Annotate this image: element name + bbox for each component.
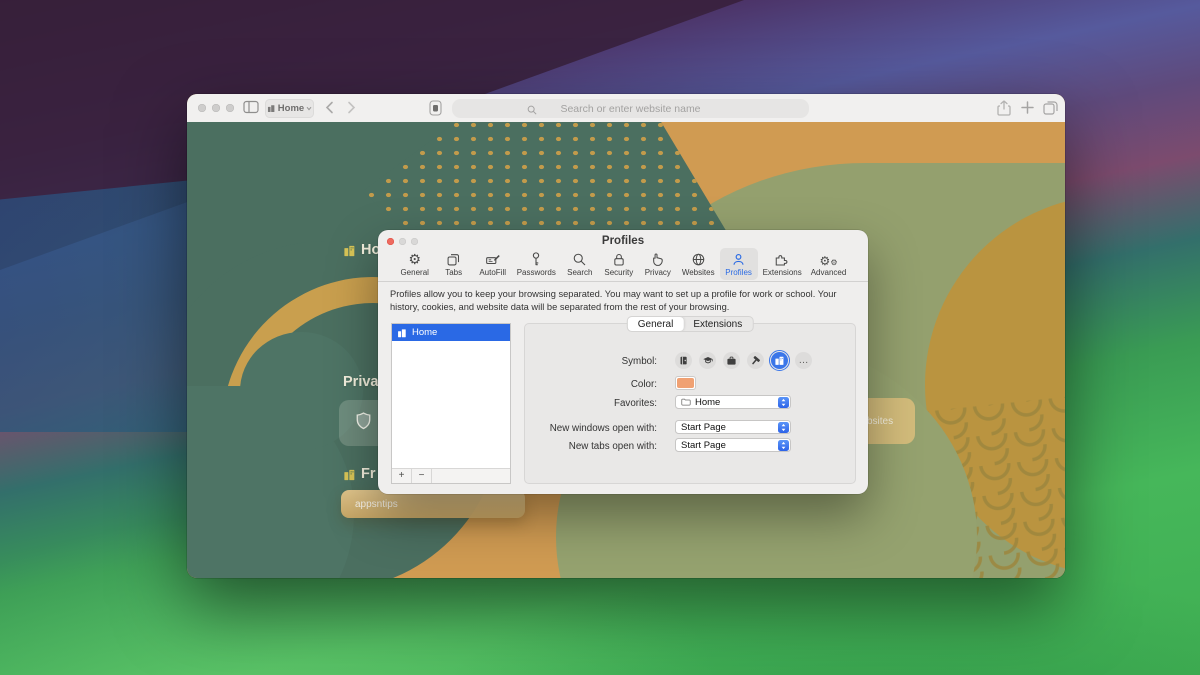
tab-tabs[interactable]: Tabs: [435, 248, 473, 280]
minimize-button[interactable]: [212, 104, 220, 112]
dialog-title: Profiles: [378, 235, 868, 247]
new-windows-value: Start Page: [681, 422, 774, 433]
puzzle-icon: [774, 250, 790, 267]
share-icon[interactable]: [997, 100, 1011, 121]
stepper-icon: [778, 397, 789, 408]
favorites-label: Favorites:: [614, 398, 657, 409]
color-swatch: [677, 378, 694, 388]
key-icon: [529, 250, 543, 267]
tab-general[interactable]: ⚙ General: [396, 248, 434, 280]
profile-list-item-home[interactable]: Home: [392, 324, 510, 341]
symbol-buildings-button[interactable]: [771, 352, 788, 369]
graduation-cap-icon: [702, 355, 714, 366]
new-tabs-value: Start Page: [681, 440, 774, 451]
color-well[interactable]: [675, 376, 696, 390]
new-windows-label: New windows open with:: [550, 423, 657, 434]
frequently-visited-tile[interactable]: appsntips: [341, 490, 525, 518]
briefcase-icon: [726, 355, 737, 366]
color-label: Color:: [631, 379, 657, 390]
profile-switcher-button[interactable]: Home: [265, 99, 314, 118]
shield-icon: [355, 411, 372, 438]
folder-icon: [681, 398, 691, 406]
tab-search[interactable]: Search: [561, 248, 599, 280]
heading-text: Fr: [361, 466, 376, 482]
remove-profile-button[interactable]: −: [412, 469, 432, 483]
safari-window: Home: [187, 94, 1065, 578]
divider: [378, 281, 868, 282]
new-windows-select[interactable]: Start Page: [675, 420, 791, 434]
profile-detail-panel: General Extensions Symbol:: [524, 323, 856, 484]
segment-general[interactable]: General: [628, 317, 684, 331]
buildings-icon: [267, 104, 276, 113]
symbol-label: Symbol:: [622, 356, 657, 367]
new-tab-icon[interactable]: [1021, 101, 1034, 119]
profiles-description: Profiles allow you to keep your browsing…: [390, 288, 857, 314]
list-footer: + −: [392, 468, 510, 483]
close-button[interactable]: [198, 104, 206, 112]
start-page-frequently-heading: Fr: [343, 466, 376, 482]
start-page-home-heading: Ho: [343, 242, 380, 258]
buildings-icon: [774, 355, 785, 366]
panel-segmented-control: General Extensions: [627, 316, 754, 332]
search-input[interactable]: [452, 99, 809, 118]
buildings-icon: [397, 328, 407, 338]
tab-profiles[interactable]: Profiles: [720, 248, 758, 280]
symbol-journal-button[interactable]: [675, 352, 692, 369]
tab-websites[interactable]: Websites: [678, 248, 719, 280]
chevron-down-icon: [306, 106, 312, 111]
settings-tab-bar: ⚙ General Tabs AutoFill Passwords: [378, 248, 868, 281]
tab-passwords[interactable]: Passwords: [513, 248, 560, 280]
favorites-value: Home: [695, 397, 774, 408]
tab-security[interactable]: Security: [600, 248, 638, 280]
journal-icon: [678, 355, 689, 366]
favorites-select[interactable]: Home: [675, 395, 791, 409]
buildings-icon: [343, 468, 356, 481]
start-page: Ho Privac bsites Fr appsntips: [187, 122, 1065, 578]
symbol-picker: …: [675, 352, 812, 369]
desktop-wallpaper: Home: [0, 0, 1200, 675]
tab-advanced[interactable]: ⚙⚙ Advanced: [807, 248, 851, 280]
tabs-icon: [446, 250, 461, 267]
tab-autofill[interactable]: AutoFill: [474, 248, 512, 280]
extension-icon[interactable]: [429, 100, 442, 121]
autofill-icon: [485, 250, 501, 267]
hammer-icon: [750, 355, 761, 366]
segment-extensions[interactable]: Extensions: [683, 317, 752, 331]
browser-toolbar: Home: [187, 94, 1065, 123]
profiles-settings-dialog: Profiles ⚙ General Tabs AutoFill: [378, 230, 868, 494]
globe-icon: [691, 250, 706, 267]
lock-icon: [612, 250, 626, 267]
hand-icon: [651, 250, 665, 267]
tab-privacy[interactable]: Privacy: [639, 248, 677, 280]
tab-overview-icon[interactable]: [1043, 100, 1058, 120]
gear-icon: ⚙: [408, 250, 421, 267]
profiles-list: Home + −: [391, 323, 511, 484]
websites-card-label: bsites: [867, 416, 893, 427]
symbol-graduation-cap-button[interactable]: [699, 352, 716, 369]
add-profile-button[interactable]: +: [392, 469, 412, 483]
magnifier-icon: [572, 250, 587, 267]
stepper-icon: [778, 440, 789, 451]
stepper-icon: [778, 422, 789, 433]
symbol-hammer-button[interactable]: [747, 352, 764, 369]
tab-extensions[interactable]: Extensions: [759, 248, 806, 280]
zoom-button[interactable]: [226, 104, 234, 112]
profile-switcher-label: Home: [278, 103, 304, 114]
new-tabs-label: New tabs open with:: [569, 441, 657, 452]
new-tabs-select[interactable]: Start Page: [675, 438, 791, 452]
symbol-briefcase-button[interactable]: [723, 352, 740, 369]
symbol-more-button[interactable]: …: [795, 352, 812, 369]
forward-icon[interactable]: [347, 101, 356, 119]
profile-name: Home: [412, 327, 437, 338]
tile-label: appsntips: [355, 499, 398, 510]
back-icon[interactable]: [325, 101, 334, 119]
sidebar-toggle-icon[interactable]: [243, 100, 259, 119]
buildings-icon: [343, 244, 356, 257]
person-icon: [731, 250, 746, 267]
gears-icon: ⚙⚙: [820, 250, 838, 267]
